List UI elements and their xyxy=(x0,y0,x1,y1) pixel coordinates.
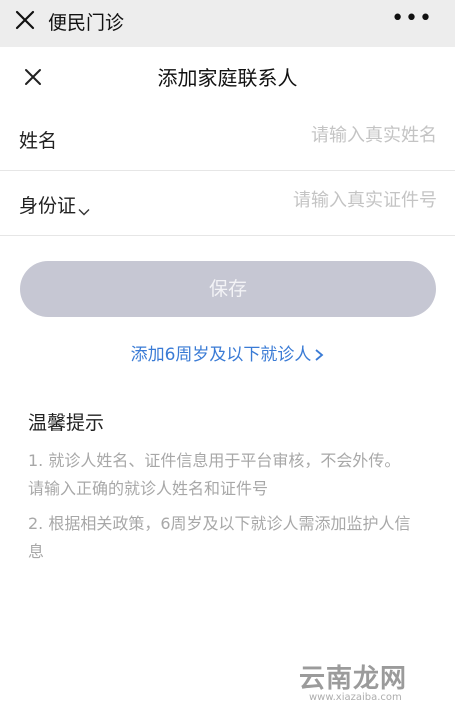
more-options-icon[interactable]: ••• xyxy=(391,6,433,31)
watermark-text: 云南龙网 xyxy=(299,664,408,694)
id-type-selector[interactable]: 身份证 xyxy=(19,191,90,218)
save-button[interactable]: 保存 xyxy=(20,261,436,317)
divider xyxy=(0,235,455,236)
tip-item: 2. 根据相关政策，6周岁及以下就诊人需添加监护人信息 xyxy=(28,514,411,561)
add-child-patient-link[interactable]: 添加6周岁及以下就诊人 xyxy=(0,340,455,365)
name-input[interactable] xyxy=(205,124,439,147)
tip-item: 1. 就诊人姓名、证件信息用于平台审核，不会外传。请输入正确的就诊人姓名和证件号 xyxy=(28,451,401,498)
chevron-right-icon xyxy=(315,349,324,361)
add-child-patient-label: 添加6周岁及以下就诊人 xyxy=(130,345,312,365)
id-number-input[interactable] xyxy=(205,189,439,212)
dialog-header: 添加家庭联系人 xyxy=(0,47,455,105)
id-row: 身份证 xyxy=(0,171,455,235)
chevron-down-icon xyxy=(78,201,90,215)
name-label: 姓名 xyxy=(19,130,58,152)
close-icon[interactable] xyxy=(14,9,36,31)
watermark-subtext: www.xiazaiba.com xyxy=(309,692,402,703)
id-type-label: 身份证 xyxy=(19,195,77,217)
app-title: 便民门诊 xyxy=(48,12,125,34)
top-bar: 便民门诊 ••• xyxy=(0,0,455,47)
name-row: 姓名 xyxy=(0,106,455,170)
dialog-title: 添加家庭联系人 xyxy=(157,66,298,90)
tips-title: 温馨提示 xyxy=(28,412,105,434)
watermark-logo: 云南龙网 www.xiazaiba.com xyxy=(287,640,437,710)
